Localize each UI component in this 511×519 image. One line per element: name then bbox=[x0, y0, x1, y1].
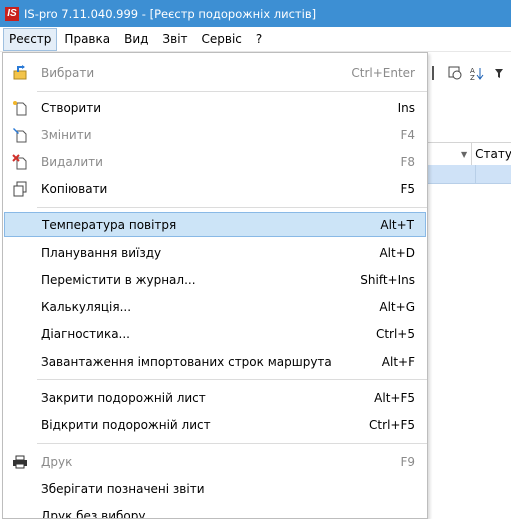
menu-view[interactable]: Вид bbox=[117, 28, 155, 50]
menu-report[interactable]: Звіт bbox=[155, 28, 194, 50]
menu-item-label: Копіювати bbox=[41, 182, 107, 196]
window-title: IS-pro 7.11.040.999 - [Реєстр подорожніх… bbox=[24, 7, 316, 21]
menu-item-label: Друк без вибору bbox=[41, 509, 145, 519]
menu-item-label: Змінити bbox=[41, 128, 92, 142]
menu-item-close-waybill[interactable]: Закрити подорожній лист Alt+F5 bbox=[3, 385, 427, 410]
menu-item-shortcut: Alt+F5 bbox=[374, 391, 415, 405]
menu-bar: Реєстр Правка Вид Звіт Сервіс ? bbox=[0, 27, 511, 52]
menu-item-air-temperature[interactable]: Температура повітря Alt+T bbox=[4, 212, 426, 237]
menu-item-label: Калькуляція... bbox=[41, 300, 131, 314]
menu-item-copy[interactable]: Копіювати F5 bbox=[3, 176, 427, 201]
menu-separator bbox=[37, 379, 427, 380]
app-logo-icon: IS bbox=[5, 7, 19, 21]
menu-item-label: Перемістити в журнал... bbox=[41, 273, 196, 287]
menu-item-label: Відкрити подорожній лист bbox=[41, 418, 211, 432]
menu-item-label: Зберігати позначені звіти bbox=[41, 482, 205, 496]
menu-service[interactable]: Сервіс bbox=[195, 28, 249, 50]
menu-item-shortcut: Alt+G bbox=[379, 300, 415, 314]
delete-document-icon bbox=[12, 154, 28, 170]
title-bar: IS IS-pro 7.11.040.999 - [Реєстр подорож… bbox=[0, 0, 511, 27]
menu-item-move-to-journal[interactable]: Перемістити в журнал... Shift+Ins bbox=[3, 267, 427, 292]
menu-item-shortcut: Ins bbox=[398, 101, 415, 115]
menu-item-label: Створити bbox=[41, 101, 101, 115]
registry-dropdown-menu: Вибрати Ctrl+Enter Створити Ins Змінити … bbox=[2, 52, 428, 519]
menu-item-shortcut: Ctrl+F5 bbox=[369, 418, 415, 432]
menu-item-shortcut: F4 bbox=[400, 128, 415, 142]
column-dropdown-icon[interactable]: ▼ bbox=[461, 150, 467, 159]
menu-item-shortcut: Ctrl+Enter bbox=[351, 66, 415, 80]
menu-help[interactable]: ? bbox=[249, 28, 269, 50]
menu-item-label: Закрити подорожній лист bbox=[41, 391, 206, 405]
table-row[interactable] bbox=[425, 165, 511, 184]
menu-separator bbox=[37, 443, 427, 444]
menu-item-trip-planning[interactable]: Планування виїзду Alt+D bbox=[3, 240, 427, 265]
menu-item-print[interactable]: Друк F9 bbox=[3, 449, 427, 474]
menu-item-shortcut: F9 bbox=[400, 455, 415, 469]
menu-item-calculation[interactable]: Калькуляція... Alt+G bbox=[3, 294, 427, 319]
new-document-icon bbox=[12, 100, 28, 116]
menu-item-diagnostics[interactable]: Діагностика... Ctrl+5 bbox=[3, 321, 427, 346]
svg-text:Z: Z bbox=[470, 74, 475, 81]
menu-item-shortcut: Alt+F bbox=[382, 355, 415, 369]
menu-item-save-marked-reports[interactable]: Зберігати позначені звіти bbox=[3, 476, 427, 501]
refresh-icon[interactable] bbox=[447, 65, 463, 81]
menu-item-create[interactable]: Створити Ins bbox=[3, 95, 427, 120]
edit-document-icon bbox=[12, 127, 28, 143]
menu-item-label: Друк bbox=[41, 455, 72, 469]
table-cell[interactable] bbox=[425, 165, 476, 183]
column-header-status[interactable]: Статус bbox=[471, 143, 511, 165]
filter-icon[interactable] bbox=[491, 65, 507, 81]
menu-item-label: Діагностика... bbox=[41, 327, 130, 341]
menu-item-open-waybill[interactable]: Відкрити подорожній лист Ctrl+F5 bbox=[3, 412, 427, 437]
menu-item-import-route[interactable]: Завантаження імпортованих строк маршрута… bbox=[3, 349, 427, 374]
menu-edit[interactable]: Правка bbox=[57, 28, 117, 50]
menu-item-shortcut: F5 bbox=[400, 182, 415, 196]
menu-item-shortcut: Alt+D bbox=[379, 246, 415, 260]
toolbar: AZ bbox=[425, 58, 507, 88]
menu-item-select[interactable]: Вибрати Ctrl+Enter bbox=[3, 60, 427, 85]
menu-item-label: Температура повітря bbox=[42, 218, 176, 232]
printer-icon bbox=[12, 454, 28, 470]
menu-item-edit[interactable]: Змінити F4 bbox=[3, 122, 427, 147]
menu-item-shortcut: F8 bbox=[400, 155, 415, 169]
grid-header: ▼ Статус bbox=[425, 142, 511, 166]
menu-item-shortcut: Ctrl+5 bbox=[376, 327, 415, 341]
select-arrow-icon bbox=[12, 65, 28, 81]
sort-icon[interactable]: AZ bbox=[469, 65, 485, 81]
menu-separator bbox=[37, 207, 427, 208]
menu-registry[interactable]: Реєстр bbox=[3, 28, 57, 51]
menu-item-label: Завантаження імпортованих строк маршрута bbox=[41, 355, 332, 369]
menu-item-shortcut: Alt+T bbox=[380, 218, 414, 232]
menu-item-label: Вибрати bbox=[41, 66, 94, 80]
menu-item-shortcut: Shift+Ins bbox=[360, 273, 415, 287]
copy-icon bbox=[12, 181, 28, 197]
menu-item-label: Видалити bbox=[41, 155, 103, 169]
menu-item-label: Планування виїзду bbox=[41, 246, 161, 260]
menu-item-delete[interactable]: Видалити F8 bbox=[3, 149, 427, 174]
menu-separator bbox=[37, 91, 427, 92]
